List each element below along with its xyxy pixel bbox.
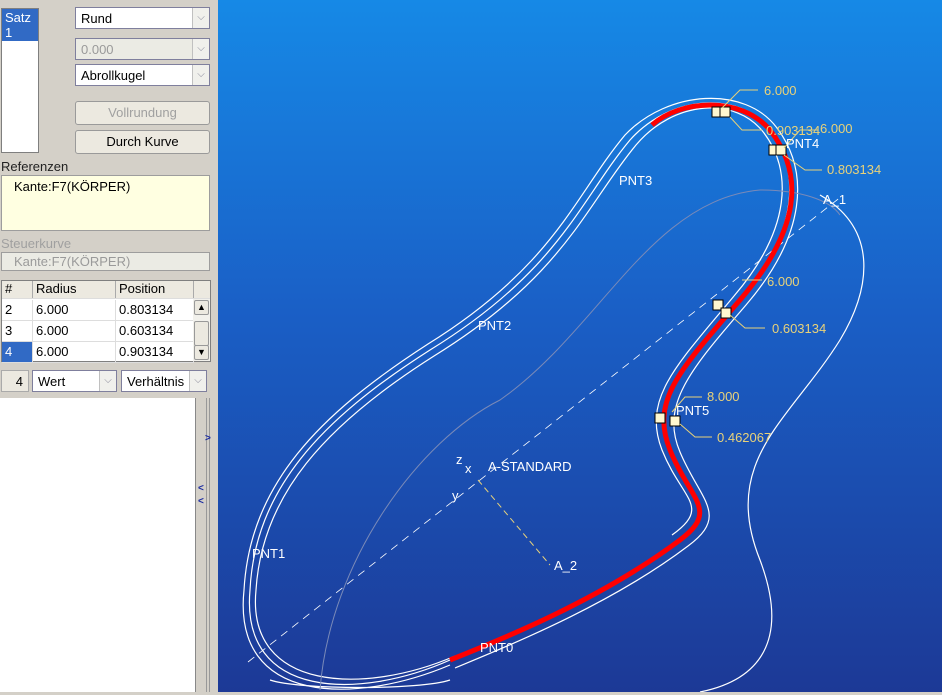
cell-position[interactable]: 0.603134	[116, 321, 194, 341]
cell-radius[interactable]: 6.000	[33, 300, 116, 320]
csys-y-label: y	[452, 488, 459, 503]
count-field: 4	[1, 370, 29, 392]
dim-radius[interactable]: 8.000	[707, 389, 740, 404]
datum-point-label[interactable]: PNT5	[676, 403, 709, 418]
chevron-down-icon[interactable]: ⌵	[99, 371, 116, 391]
position-mode-value: Verhältnis	[127, 373, 185, 389]
coordinate-system-label[interactable]: A-STANDARD	[488, 459, 572, 474]
dim-radius[interactable]: 6.000	[767, 274, 800, 289]
scroll-down-icon[interactable]: ▼	[194, 345, 209, 360]
guide-curve-field: Kante:F7(KÖRPER)	[1, 252, 210, 271]
panel-splitter[interactable]: > < <	[195, 398, 218, 692]
table-row[interactable]: 3 6.000 0.603134	[2, 321, 194, 342]
chevron-down-icon[interactable]: ⌵	[192, 8, 209, 28]
value-select-value: 0.000	[81, 41, 114, 57]
method-select[interactable]: Abrollkugel ⌵	[75, 64, 210, 86]
cell-position[interactable]: 0.903134	[116, 342, 194, 362]
radius-table: # Radius Position 2 6.000 0.803134 3 6.0…	[1, 280, 211, 363]
scroll-up-icon[interactable]: ▲	[194, 300, 209, 315]
cell-radius[interactable]: 6.000	[33, 342, 116, 362]
table-scrollbar[interactable]: ▲ ▼	[193, 299, 210, 361]
scroll-thumb[interactable]	[194, 321, 209, 346]
dim-position[interactable]: 0.462067	[717, 430, 771, 445]
collapse-left-icon[interactable]: <	[198, 496, 204, 507]
radius-handle[interactable]	[719, 106, 731, 118]
references-label: Referenzen	[1, 159, 69, 174]
datum-point-label[interactable]: PNT4	[786, 136, 819, 151]
cell-position[interactable]: 0.803134	[116, 300, 194, 320]
dim-position[interactable]: 0.603134	[772, 321, 826, 336]
cell-number: 4	[2, 342, 33, 362]
table-row[interactable]: 4 6.000 0.903134	[2, 342, 194, 363]
header-number: #	[2, 281, 33, 298]
set-item[interactable]: Satz 1	[2, 9, 38, 41]
set-list[interactable]: Satz 1	[1, 8, 39, 153]
cell-number: 3	[2, 321, 33, 341]
blank-area	[0, 398, 195, 692]
guide-curve-label: Steuerkurve	[1, 236, 72, 251]
chevron-down-icon: ⌵	[192, 39, 209, 59]
through-curve-button[interactable]: Durch Kurve	[75, 130, 210, 154]
expand-right-icon[interactable]: >	[205, 433, 211, 444]
table-row[interactable]: 2 6.000 0.803134	[2, 300, 194, 321]
csys-z-label: z	[456, 452, 463, 467]
header-position: Position	[116, 281, 194, 298]
value-mode-value: Wert	[38, 373, 66, 389]
datum-axis-label[interactable]: A_1	[823, 192, 846, 207]
datum-point-label[interactable]: PNT0	[480, 640, 513, 655]
cell-radius[interactable]: 6.000	[33, 321, 116, 341]
value-select: 0.000 ⌵	[75, 38, 210, 60]
full-round-button: Vollrundung	[75, 101, 210, 125]
chevron-down-icon[interactable]: ⌵	[192, 65, 209, 85]
header-radius: Radius	[33, 281, 116, 298]
value-mode-select[interactable]: Wert ⌵	[32, 370, 117, 392]
datum-point-label[interactable]: PNT3	[619, 173, 652, 188]
type-select[interactable]: Rund ⌵	[75, 7, 210, 29]
method-select-value: Abrollkugel	[81, 67, 146, 83]
radius-handle[interactable]	[720, 307, 732, 319]
model-viewport[interactable]: 6.000 0.903134 6.000 0.803134 6.000 0.60…	[218, 0, 942, 693]
reference-item[interactable]: Kante:F7(KÖRPER)	[14, 179, 197, 194]
datum-point-label[interactable]: PNT1	[252, 546, 285, 561]
datum-point-label[interactable]: PNT2	[478, 318, 511, 333]
edge-curve-inner	[254, 107, 783, 680]
radius-handle[interactable]	[654, 412, 666, 424]
dim-radius[interactable]: 6.000	[764, 83, 797, 98]
type-select-value: Rund	[81, 10, 113, 26]
model-graphics[interactable]: 6.000 0.903134 6.000 0.803134 6.000 0.60…	[218, 0, 942, 693]
table-header: # Radius Position	[2, 281, 210, 299]
axis-a2	[477, 479, 551, 566]
csys-x-label: x	[465, 461, 472, 476]
references-collector[interactable]: Kante:F7(KÖRPER)	[1, 175, 210, 231]
collapse-left-icon[interactable]: <	[198, 483, 204, 494]
dim-radius[interactable]: 6.000	[820, 121, 853, 136]
chevron-down-icon[interactable]: ⌵	[189, 371, 206, 391]
fillet-highlight-curve	[449, 102, 795, 663]
cell-number: 2	[2, 300, 33, 320]
position-mode-select[interactable]: Verhältnis ⌵	[121, 370, 207, 392]
fillet-panel: Satz 1 Rund ⌵ 0.000 ⌵ Abrollkugel ⌵ Vollrun…	[0, 0, 218, 398]
dim-position[interactable]: 0.803134	[827, 162, 881, 177]
leader-line	[679, 423, 712, 438]
datum-axis-label[interactable]: A_2	[554, 558, 577, 573]
radius-handle[interactable]	[775, 144, 787, 156]
